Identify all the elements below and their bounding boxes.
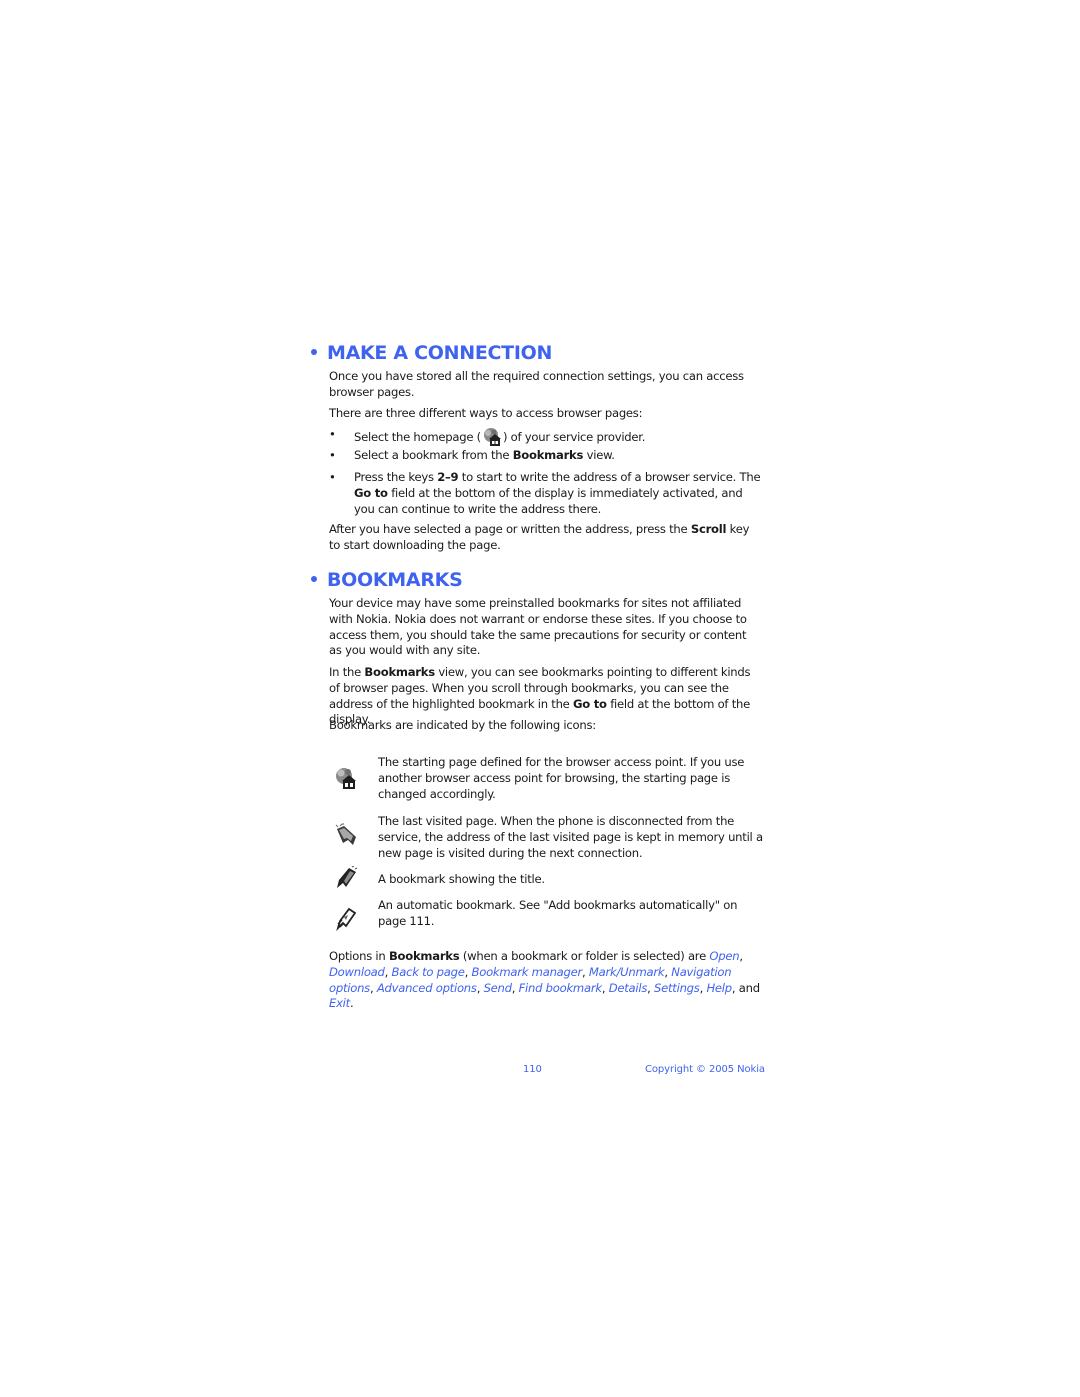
bullet-text-after: ) of your service provider.: [502, 430, 646, 444]
bullet-text: Select the homepage ( ) of your service p…: [354, 427, 761, 447]
option-advanced-options: Advanced options: [376, 980, 477, 995]
icon-description: An automatic bookmark. See "Add bookmark…: [378, 898, 738, 928]
icon-description: The last visited page. When the phone is…: [378, 814, 763, 860]
option-mark-unmark: Mark/Unmark: [588, 964, 665, 979]
heading-make-a-connection: MAKE A CONNECTION: [311, 342, 552, 364]
closing-paragraph: After you have selected a page or writte…: [329, 522, 761, 554]
bullet-text: Select a bookmark from the Bookmarks vie…: [354, 448, 761, 464]
option-settings: Settings: [654, 980, 700, 995]
option-back-to-page: Back to page: [391, 964, 465, 979]
options-prefix: Options in: [329, 949, 389, 963]
go-to-term: Go to: [573, 696, 607, 711]
option-help: Help: [706, 980, 732, 995]
option-exit: Exit: [329, 996, 350, 1011]
option-details: Details: [608, 980, 648, 995]
options-middle: (when a bookmark or folder is selected) …: [459, 949, 710, 963]
bullet-icon: •: [329, 448, 336, 462]
bookmarks-term: Bookmarks: [388, 949, 460, 963]
heading-bullet-icon: [311, 575, 317, 582]
bullet-icon: •: [329, 470, 336, 484]
starting-page-icon: [334, 766, 358, 790]
view-para-part1: In the: [329, 665, 365, 679]
bullet-text-after: field at the bottom of the display is im…: [354, 485, 743, 516]
bullet-text: Press the keys 2–9 to start to write the…: [354, 470, 761, 517]
ways-intro: There are three different ways to access…: [329, 406, 643, 420]
bullet-text-middle: to start to write the address of a brows…: [458, 470, 761, 484]
icons-intro: Bookmarks are indicated by the following…: [329, 718, 596, 732]
bookmarks-term: Bookmarks: [512, 448, 584, 462]
bullet-icon: •: [329, 427, 336, 441]
bookmarks-term: Bookmarks: [364, 665, 435, 679]
option-bookmark-manager: Bookmark manager: [471, 964, 583, 979]
option-send: Send: [483, 980, 512, 995]
automatic-bookmark-icon: [334, 907, 358, 932]
bookmark-title-icon: [334, 865, 358, 890]
copyright-notice: Copyright © 2005 Nokia: [645, 1064, 765, 1075]
bullet-text-before: Press the keys: [354, 470, 438, 484]
homepage-icon: [482, 427, 502, 447]
go-to-term: Go to: [354, 485, 388, 500]
bullet-text-before: Select the homepage (: [354, 430, 481, 444]
bullet-text-before: Select a bookmark from the: [354, 448, 513, 462]
document-page: MAKE A CONNECTION Once you have stored a…: [0, 0, 1080, 1397]
option-find-bookmark: Find bookmark: [518, 980, 602, 995]
page-number: 110: [523, 1064, 542, 1075]
heading-bookmarks: BOOKMARKS: [311, 569, 463, 591]
heading-text: MAKE A CONNECTION: [327, 342, 553, 364]
option-open: Open: [709, 949, 740, 963]
heading-text: BOOKMARKS: [327, 569, 463, 591]
icon-description: A bookmark showing the title.: [378, 872, 545, 886]
option-download: Download: [329, 964, 385, 979]
keys-term: 2–9: [437, 470, 459, 484]
intro-paragraph: Once you have stored all the required co…: [329, 369, 744, 399]
scroll-term: Scroll: [690, 522, 727, 536]
disclaimer-paragraph: Your device may have some preinstalled b…: [329, 596, 747, 658]
options-paragraph: Options in Bookmarks (when a bookmark or…: [329, 949, 761, 1012]
heading-bullet-icon: [311, 348, 317, 355]
bullet-text-after: view.: [583, 448, 615, 462]
closing-before: After you have selected a page or writte…: [329, 522, 691, 536]
last-visited-page-icon: [334, 823, 358, 847]
icon-description: The starting page defined for the browse…: [378, 755, 745, 801]
